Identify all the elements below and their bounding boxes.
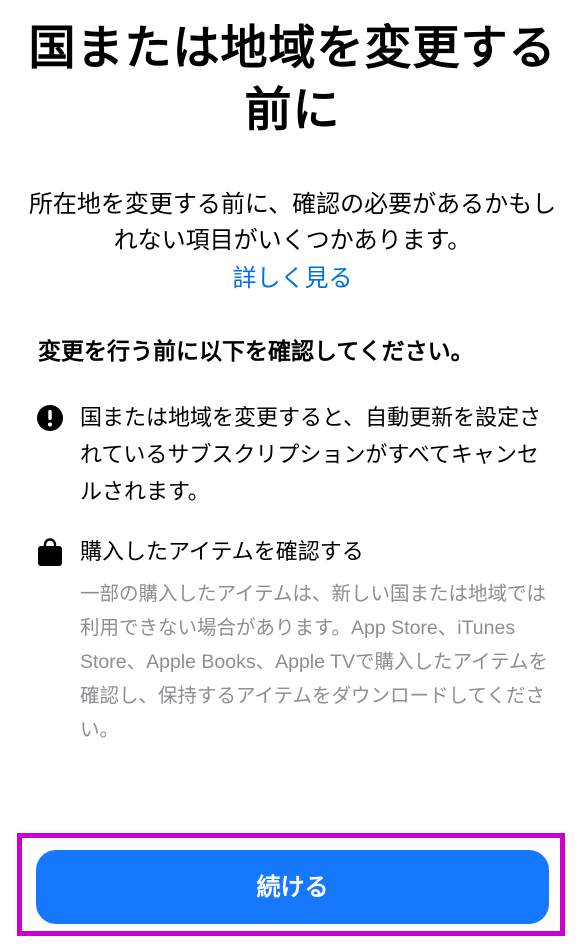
learn-more-link[interactable]: 詳しく見る: [0, 260, 585, 296]
purchases-text-block: 購入したアイテムを確認する 一部の購入したアイテムは、新しい国または地域では利用…: [80, 534, 554, 747]
continue-button[interactable]: 続ける: [36, 850, 549, 924]
section-heading: 変更を行う前に以下を確認してください。: [38, 339, 474, 365]
page-title: 国または地域を変更する前に: [28, 21, 557, 138]
purchases-description: 一部の購入したアイテムは、新しい国または地域では利用できない場合があります。Ap…: [80, 583, 549, 741]
intro-text: 所在地を変更する前に、確認の必要があるかもしれない項目がいくつかあります。: [28, 190, 557, 254]
shopping-bag-icon: [36, 538, 64, 566]
exclamation-circle-icon: [36, 404, 64, 432]
purchases-title: 購入したアイテムを確認する: [80, 540, 364, 565]
subscriptions-warning-text: 国または地域を変更すると、自動更新を設定されているサブスクリプションがすべてキャ…: [80, 406, 542, 505]
